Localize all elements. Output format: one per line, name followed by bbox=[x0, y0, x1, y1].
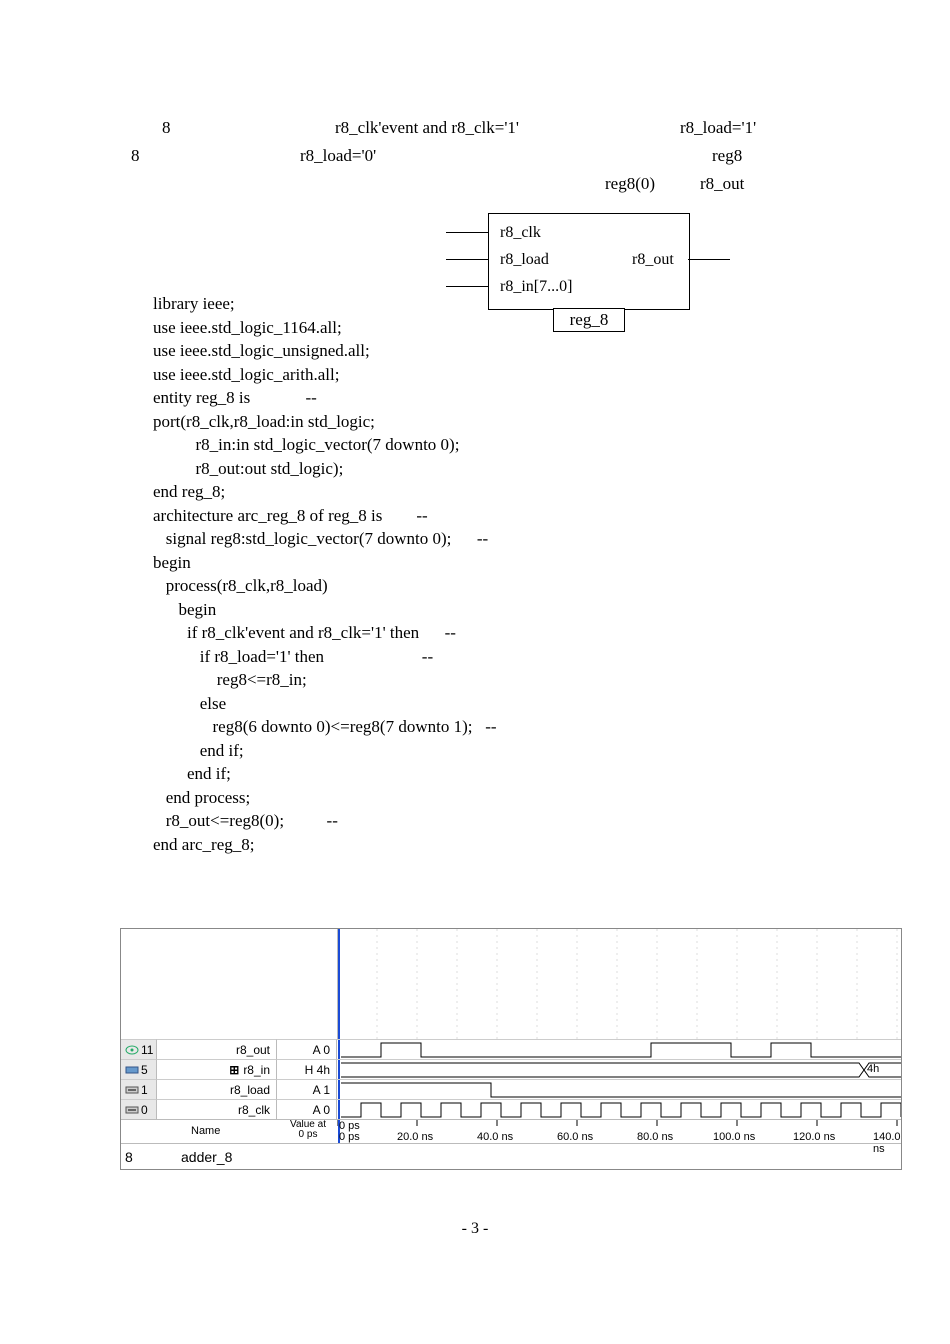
top-row3-b: r8_out bbox=[700, 174, 744, 194]
code-line: library ieee; bbox=[153, 292, 497, 316]
wave-row-value: A 1 bbox=[277, 1079, 337, 1099]
wave-r8-in bbox=[341, 1060, 901, 1080]
wave-row-value: A 0 bbox=[277, 1039, 337, 1059]
code-line: process(r8_clk,r8_load) bbox=[153, 574, 497, 598]
code-line: signal reg8:std_logic_vector(7 downto 0)… bbox=[153, 527, 497, 551]
code-block: library ieee; use ieee.std_logic_1164.al… bbox=[153, 292, 497, 856]
code-line: end if; bbox=[153, 739, 497, 763]
wave-r8-out bbox=[341, 1040, 901, 1060]
top-row2-c: reg8 bbox=[712, 146, 742, 166]
wave-ruler-left bbox=[121, 1119, 337, 1144]
waveform-panel: 11 r8_out A 0 5 ⊞ r8_in H 4h 4h bbox=[120, 928, 902, 1170]
code-line: reg8<=r8_in; bbox=[153, 668, 497, 692]
input-icon bbox=[125, 1085, 139, 1095]
wave-row-name: ⊞ r8_in bbox=[157, 1059, 277, 1079]
wave-tick: 60.0 ns bbox=[557, 1131, 593, 1143]
code-line: use ieee.std_logic_unsigned.all; bbox=[153, 339, 497, 363]
code-line: if r8_load='1' then -- bbox=[153, 645, 497, 669]
wave-row-idx: 1 bbox=[141, 1083, 148, 1097]
expand-icon[interactable]: ⊞ bbox=[229, 1063, 239, 1077]
diagram-in2-label: r8_load bbox=[500, 251, 549, 269]
wave-row-idx: 11 bbox=[141, 1043, 153, 1057]
code-line: use ieee.std_logic_1164.all; bbox=[153, 316, 497, 340]
wave-header-grid bbox=[337, 929, 901, 1039]
wave-row-wave[interactable] bbox=[337, 1099, 901, 1119]
page-number: - 3 - bbox=[0, 1220, 950, 1238]
wave-row-r8-clk: 0 r8_clk A 0 bbox=[121, 1099, 901, 1119]
wave-tick: 120.0 ns bbox=[793, 1131, 835, 1143]
wave-row-icon: 11 bbox=[121, 1039, 157, 1059]
wave-tick: 20.0 ns bbox=[397, 1131, 433, 1143]
wave-gutter bbox=[121, 929, 158, 1039]
code-line: end if; bbox=[153, 762, 497, 786]
diagram-line-in2 bbox=[446, 259, 488, 260]
diagram-in3-label: r8_in[7...0] bbox=[500, 278, 572, 296]
wave-r8-clk bbox=[341, 1100, 901, 1120]
wave-row-wave[interactable]: 4h bbox=[337, 1059, 901, 1079]
footer-label: adder_8 bbox=[181, 1149, 232, 1165]
wave-name-col-header bbox=[157, 929, 278, 1039]
top-row1-b: r8_clk'event and r8_clk='1' bbox=[335, 118, 519, 138]
code-line: r8_out:out std_logic); bbox=[153, 457, 497, 481]
wave-tick: 100.0 ns bbox=[713, 1131, 755, 1143]
output-icon bbox=[125, 1045, 139, 1055]
code-line: end reg_8; bbox=[153, 480, 497, 504]
wave-row-name: r8_load bbox=[157, 1079, 277, 1099]
bus-icon bbox=[125, 1065, 139, 1075]
wave-r8-load bbox=[341, 1080, 901, 1100]
wave-row-idx: 5 bbox=[141, 1063, 148, 1077]
footer-left-num: 8 bbox=[125, 1149, 133, 1165]
diagram-line-in1 bbox=[446, 232, 488, 233]
wave-row-idx: 0 bbox=[141, 1103, 148, 1117]
wave-row-name: r8_out bbox=[157, 1039, 277, 1059]
wave-tick: 80.0 ns bbox=[637, 1131, 673, 1143]
wave-row-value: H 4h bbox=[277, 1059, 337, 1079]
diagram-line-out bbox=[688, 259, 730, 260]
wave-tick: 40.0 ns bbox=[477, 1131, 513, 1143]
top-row1-c: r8_load='1' bbox=[680, 118, 756, 138]
diagram-name: reg_8 bbox=[570, 310, 609, 330]
top-row3-a: reg8(0) bbox=[605, 174, 655, 194]
code-line: end arc_reg_8; bbox=[153, 833, 497, 857]
wave-row-icon: 0 bbox=[121, 1099, 157, 1119]
input-icon bbox=[125, 1105, 139, 1115]
code-line: entity reg_8 is -- bbox=[153, 386, 497, 410]
code-line: r8_in:in std_logic_vector(7 downto 0); bbox=[153, 433, 497, 457]
wave-row-r8-out: 11 r8_out A 0 bbox=[121, 1039, 901, 1059]
wave-row-r8-in: 5 ⊞ r8_in H 4h 4h bbox=[121, 1059, 901, 1079]
code-line: r8_out<=reg8(0); -- bbox=[153, 809, 497, 833]
top-row1-a: 8 bbox=[162, 118, 171, 138]
code-line: use ieee.std_logic_arith.all; bbox=[153, 363, 497, 387]
wave-row-r8-load: 1 r8_load A 1 bbox=[121, 1079, 901, 1099]
wave-row-wave[interactable] bbox=[337, 1039, 901, 1059]
diagram-name-box: reg_8 bbox=[553, 308, 625, 332]
wave-ruler[interactable]: 0 ps 0 ps 20.0 ns 40.0 ns 60.0 ns 80.0 n… bbox=[337, 1119, 901, 1144]
code-line: reg8(6 downto 0)<=reg8(7 downto 1); -- bbox=[153, 715, 497, 739]
wave-row-icon: 1 bbox=[121, 1079, 157, 1099]
diagram-in1-label: r8_clk bbox=[500, 224, 541, 242]
top-row2-b: r8_load='0' bbox=[300, 146, 376, 166]
wave-row-icon: 5 bbox=[121, 1059, 157, 1079]
wave-row-name: r8_clk bbox=[157, 1099, 277, 1119]
wave-row-name-text: r8_in bbox=[243, 1063, 270, 1077]
code-line: architecture arc_reg_8 of reg_8 is -- bbox=[153, 504, 497, 528]
diagram-out-label: r8_out bbox=[632, 251, 674, 269]
code-line: port(r8_clk,r8_load:in std_logic; bbox=[153, 410, 497, 434]
wave-bus-label: 4h bbox=[867, 1063, 879, 1075]
code-line: begin bbox=[153, 598, 497, 622]
top-row2-a: 8 bbox=[131, 146, 140, 166]
wave-row-value: A 0 bbox=[277, 1099, 337, 1119]
wave-footer: 8 adder_8 bbox=[121, 1143, 901, 1170]
code-line: begin bbox=[153, 551, 497, 575]
wave-axis-bot: 0 ps bbox=[339, 1131, 360, 1143]
code-line: else bbox=[153, 692, 497, 716]
code-line: end process; bbox=[153, 786, 497, 810]
wave-row-wave[interactable] bbox=[337, 1079, 901, 1099]
wave-value-col-header bbox=[277, 929, 338, 1039]
code-line: if r8_clk'event and r8_clk='1' then -- bbox=[153, 621, 497, 645]
diagram-line-in3 bbox=[446, 286, 488, 287]
